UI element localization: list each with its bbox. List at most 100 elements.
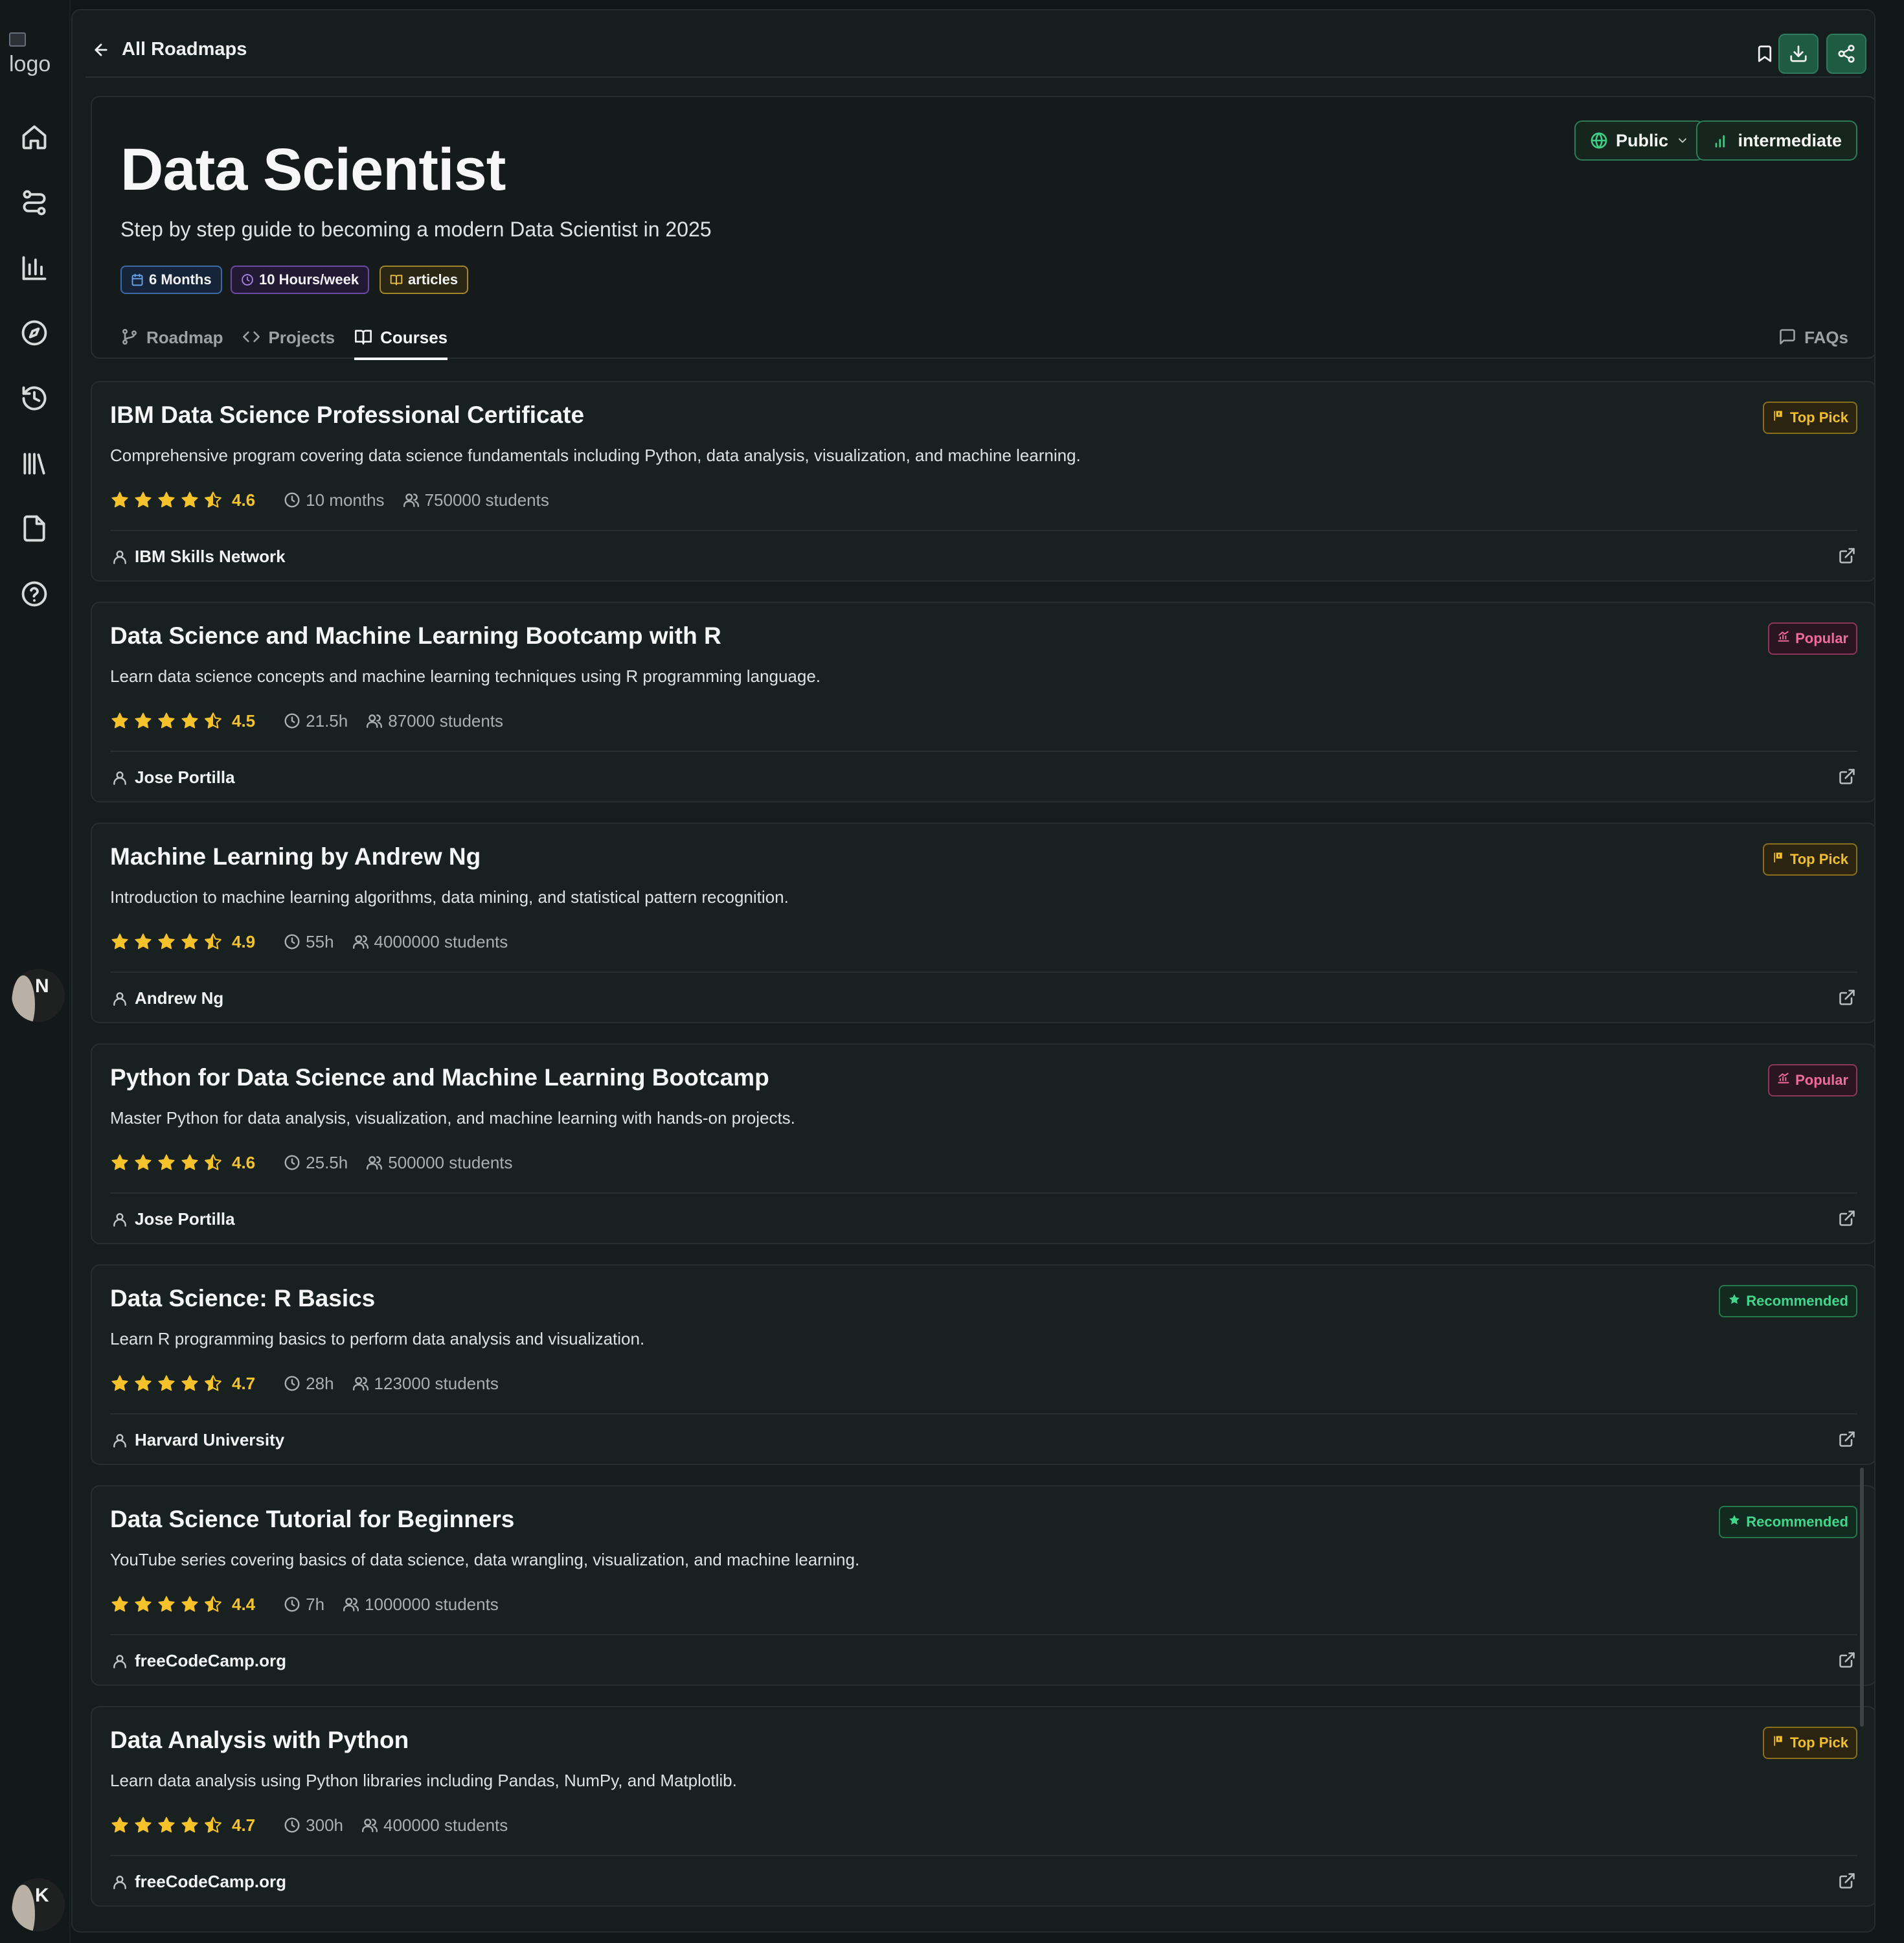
course-title[interactable]: Data Science Tutorial for Beginners xyxy=(110,1506,514,1533)
visibility-dropdown[interactable]: Public xyxy=(1574,120,1705,161)
logo[interactable]: logo xyxy=(8,31,60,76)
star-filled-icon xyxy=(180,711,199,731)
course-title[interactable]: Data Science and Machine Learning Bootca… xyxy=(110,622,721,650)
course-card[interactable]: Data Science: R Basics Recommended Learn… xyxy=(91,1264,1874,1465)
external-link-button[interactable] xyxy=(1838,547,1856,565)
external-link-icon xyxy=(1839,1652,1855,1668)
history-icon xyxy=(22,386,47,411)
arrow-left-icon xyxy=(95,43,108,56)
course-title[interactable]: IBM Data Science Professional Certificat… xyxy=(110,402,584,429)
tab-roadmap[interactable]: Roadmap xyxy=(120,324,223,360)
scrollbar[interactable] xyxy=(1860,1468,1864,1727)
external-link-icon xyxy=(1839,990,1855,1005)
course-title[interactable]: Data Science: R Basics xyxy=(110,1285,375,1312)
course-title[interactable]: Python for Data Science and Machine Lear… xyxy=(110,1064,769,1091)
duration-tag: 6 Months xyxy=(120,266,222,294)
level-button[interactable]: intermediate xyxy=(1696,120,1857,161)
star-half-icon xyxy=(203,490,223,510)
course-title[interactable]: Data Analysis with Python xyxy=(110,1727,409,1754)
external-link-button[interactable] xyxy=(1838,1651,1856,1669)
sidebar-item-library[interactable] xyxy=(19,448,50,479)
back-to-roadmaps-link[interactable]: All Roadmaps xyxy=(92,39,247,60)
share-button[interactable] xyxy=(1826,34,1866,74)
compass-icon xyxy=(21,320,47,346)
avatar[interactable]: N xyxy=(12,969,65,1022)
bookmark-icon xyxy=(1758,45,1772,62)
page-subtitle: Step by step guide to becoming a modern … xyxy=(120,218,712,241)
users-icon xyxy=(403,494,419,507)
course-title[interactable]: Machine Learning by Andrew Ng xyxy=(110,843,481,870)
star-filled-icon xyxy=(180,1815,199,1835)
rating-value: 4.7 xyxy=(232,1373,256,1393)
tab-projects[interactable]: Projects xyxy=(242,324,335,360)
course-badge: Popular xyxy=(1768,622,1857,655)
sidebar-item-home[interactable] xyxy=(19,122,50,153)
avatar-initial: N xyxy=(35,975,49,997)
code-icon xyxy=(243,331,260,343)
course-card[interactable]: IBM Data Science Professional Certificat… xyxy=(91,381,1874,582)
course-provider: Jose Portilla xyxy=(111,1209,235,1229)
course-duration: 7h xyxy=(284,1595,324,1615)
course-provider: freeCodeCamp.org xyxy=(111,1872,286,1892)
star-rating xyxy=(110,932,223,951)
course-meta: 4.6 10 months 750000 students xyxy=(110,487,567,513)
course-provider: Jose Portilla xyxy=(111,767,235,788)
main-panel: All Roadmaps Data Scientist Step by step… xyxy=(71,9,1876,1933)
avatar-initial: K xyxy=(35,1885,49,1906)
course-duration: 10 months xyxy=(284,490,385,510)
star-icon xyxy=(1728,1514,1741,1530)
course-description: YouTube series covering basics of data s… xyxy=(110,1550,860,1569)
course-students: 123000 students xyxy=(352,1374,499,1394)
course-description: Master Python for data analysis, visuali… xyxy=(110,1108,795,1128)
external-link-button[interactable] xyxy=(1838,1209,1856,1227)
star-half-icon xyxy=(203,1374,223,1393)
sidebar-item-explore[interactable] xyxy=(19,317,50,348)
course-meta: 4.7 300h 400000 students xyxy=(110,1812,526,1838)
user-avatar[interactable]: K xyxy=(12,1878,65,1931)
clock-icon xyxy=(242,274,253,286)
course-description: Learn R programming basics to perform da… xyxy=(110,1329,645,1348)
sidebar-item-history[interactable] xyxy=(19,383,50,414)
sidebar-item-roadmaps[interactable] xyxy=(19,187,50,218)
badge-label: Recommended xyxy=(1746,1293,1848,1309)
course-meta: 4.6 25.5h 500000 students xyxy=(110,1150,531,1176)
star-filled-icon xyxy=(110,711,130,731)
logo-alt-text: logo xyxy=(9,52,51,76)
user-icon xyxy=(113,1875,126,1889)
star-filled-icon xyxy=(133,1374,153,1393)
sidebar-item-documents[interactable] xyxy=(19,513,50,544)
course-meta: 4.7 28h 123000 students xyxy=(110,1370,517,1396)
external-link-button[interactable] xyxy=(1838,988,1856,1006)
user-icon xyxy=(113,1212,126,1227)
external-link-button[interactable] xyxy=(1838,1430,1856,1448)
download-button[interactable] xyxy=(1778,34,1819,74)
sidebar-divider xyxy=(69,0,71,1943)
course-card[interactable]: Python for Data Science and Machine Lear… xyxy=(91,1043,1874,1244)
star-filled-icon xyxy=(157,1595,176,1614)
course-card[interactable]: Data Science Tutorial for Beginners Reco… xyxy=(91,1485,1874,1686)
top-bar: All Roadmaps xyxy=(85,19,1866,78)
course-card[interactable]: Data Science and Machine Learning Bootca… xyxy=(91,602,1874,802)
hours-tag: 10 Hours/week xyxy=(231,266,370,294)
sidebar-item-stats[interactable] xyxy=(19,253,50,284)
external-link-button[interactable] xyxy=(1838,767,1856,786)
sidebar-item-help[interactable] xyxy=(19,578,50,609)
card-divider xyxy=(110,1855,1857,1856)
help-icon xyxy=(21,581,47,607)
broken-image-icon xyxy=(9,32,26,47)
star-rating xyxy=(110,711,223,731)
page-title: Data Scientist xyxy=(120,137,506,203)
star-half-icon xyxy=(203,1815,223,1835)
course-card[interactable]: Machine Learning by Andrew Ng Top Pick I… xyxy=(91,823,1874,1023)
tab-faqs[interactable]: FAQs xyxy=(1778,328,1848,348)
external-link-icon xyxy=(1839,1873,1855,1889)
clock-icon xyxy=(284,1376,300,1391)
badge-label: Top Pick xyxy=(1789,409,1848,426)
external-link-button[interactable] xyxy=(1838,1872,1856,1890)
star-rating xyxy=(110,1374,223,1393)
book-open-icon xyxy=(355,330,372,345)
course-card[interactable]: Data Analysis with Python Top Pick Learn… xyxy=(91,1706,1874,1907)
star-filled-icon xyxy=(157,711,176,731)
star-filled-icon xyxy=(133,711,153,731)
tab-courses[interactable]: Courses xyxy=(354,324,448,360)
